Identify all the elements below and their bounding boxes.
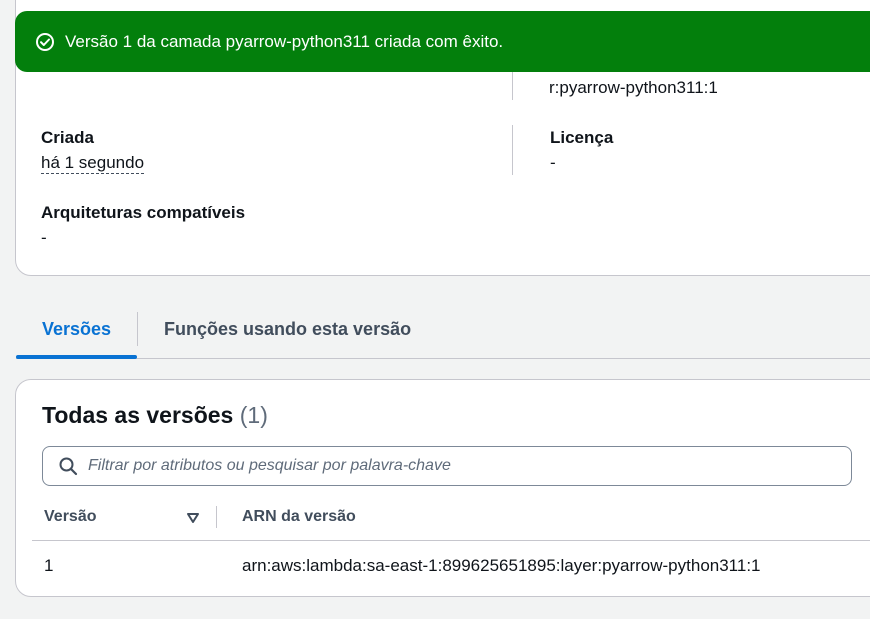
tab-separator xyxy=(137,312,138,346)
filter-search-input[interactable] xyxy=(88,457,851,475)
column-divider xyxy=(512,72,513,100)
table-cell-arn: arn:aws:lambda:sa-east-1:899625651895:la… xyxy=(242,556,761,575)
check-circle-icon xyxy=(35,32,55,52)
tab-label: Funções usando esta versão xyxy=(164,318,412,339)
tab-versions[interactable]: Versões xyxy=(16,300,137,359)
table-row-divider xyxy=(32,540,870,541)
architectures-label: Arquiteturas compatíveis xyxy=(41,203,246,222)
table-cell-version: 1 xyxy=(44,556,54,575)
search-icon xyxy=(58,456,78,476)
created-value[interactable]: há 1 segundo xyxy=(41,153,145,174)
sort-descending-icon[interactable] xyxy=(186,511,200,525)
tab-label: Versões xyxy=(41,318,112,339)
architectures-value: - xyxy=(41,228,47,247)
tab-bar: Versões Funções usando esta versão xyxy=(16,300,870,359)
versions-heading: Todas as versões (1) xyxy=(42,402,268,429)
tab-functions-using-version[interactable]: Funções usando esta versão xyxy=(164,300,411,358)
column-header-version-arn[interactable]: ARN da versão xyxy=(242,508,356,526)
license-value: - xyxy=(550,153,556,172)
versions-title: Todas as versões xyxy=(42,402,234,428)
column-divider xyxy=(512,125,513,175)
versions-table-container: Todas as versões (1) Versão ARN da versã… xyxy=(15,379,870,597)
column-resizer[interactable] xyxy=(216,506,217,528)
flash-message: Versão 1 da camada pyarrow-python311 cri… xyxy=(65,31,504,51)
success-flash-notification: Versão 1 da camada pyarrow-python311 cri… xyxy=(15,11,870,72)
created-label: Criada xyxy=(41,128,94,147)
column-header-version[interactable]: Versão xyxy=(44,508,96,526)
versions-count: (1) xyxy=(239,402,268,428)
filter-search-box[interactable] xyxy=(42,446,852,486)
license-label: Licença xyxy=(550,128,614,147)
layer-arn-value: r:pyarrow-python311:1 xyxy=(549,78,718,97)
